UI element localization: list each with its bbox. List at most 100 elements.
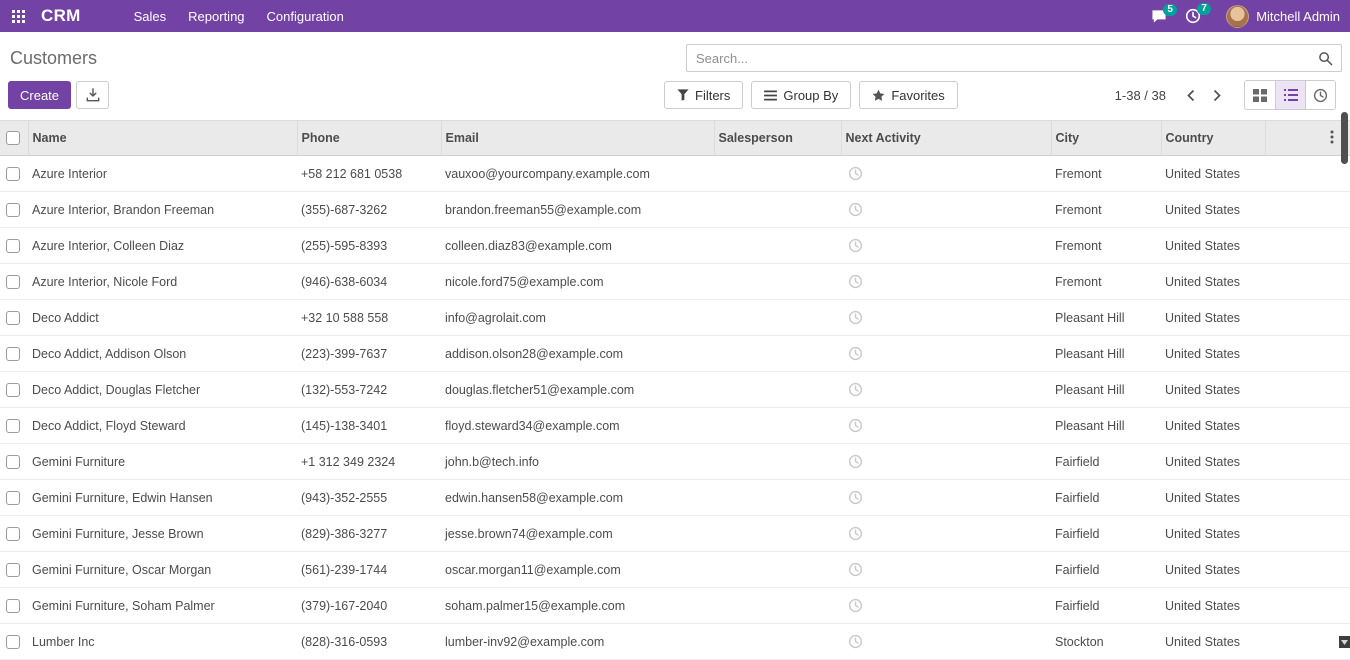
scroll-down-button[interactable] [1339,636,1350,648]
table-row[interactable]: Gemini Furniture, Edwin Hansen (943)-352… [0,480,1350,516]
activities-menu-button[interactable]: 7 [1176,3,1210,29]
cell-phone[interactable]: (943)-352-2555 [297,480,441,516]
cell-name[interactable]: Azure Interior, Brandon Freeman [28,192,297,228]
cell-country[interactable]: United States [1161,372,1265,408]
cell-next-activity[interactable] [841,552,1051,588]
column-header-city[interactable]: City [1051,121,1161,156]
cell-name[interactable]: Gemini Furniture [28,444,297,480]
cell-name[interactable]: Deco Addict [28,300,297,336]
cell-next-activity[interactable] [841,336,1051,372]
cell-salesperson[interactable] [714,624,841,660]
next-activity-clock-icon[interactable] [848,418,863,433]
export-button[interactable] [76,81,109,109]
cell-next-activity[interactable] [841,156,1051,192]
column-header-name[interactable]: Name [28,121,297,156]
next-activity-clock-icon[interactable] [848,562,863,577]
cell-country[interactable]: United States [1161,480,1265,516]
cell-city[interactable]: Stockton [1051,624,1161,660]
menu-sales[interactable]: Sales [123,0,178,32]
row-select-cell[interactable] [0,300,28,336]
group-by-button[interactable]: Group By [751,81,851,109]
row-checkbox[interactable] [6,167,20,181]
cell-name[interactable]: Azure Interior [28,156,297,192]
cell-name[interactable]: Deco Addict, Douglas Fletcher [28,372,297,408]
row-select-cell[interactable] [0,588,28,624]
cell-salesperson[interactable] [714,408,841,444]
activity-view-button[interactable] [1305,81,1335,109]
row-checkbox[interactable] [6,527,20,541]
cell-name[interactable]: Gemini Furniture, Oscar Morgan [28,552,297,588]
table-row[interactable]: Gemini Furniture, Jesse Brown (829)-386-… [0,516,1350,552]
row-checkbox[interactable] [6,275,20,289]
cell-salesperson[interactable] [714,516,841,552]
cell-email[interactable]: brandon.freeman55@example.com [441,192,714,228]
row-select-cell[interactable] [0,372,28,408]
next-activity-clock-icon[interactable] [848,634,863,649]
table-row[interactable]: Lumber Inc (828)-316-0593 lumber-inv92@e… [0,624,1350,660]
column-header-next-activity[interactable]: Next Activity [841,121,1051,156]
cell-city[interactable]: Pleasant Hill [1051,336,1161,372]
next-activity-clock-icon[interactable] [848,598,863,613]
table-row[interactable]: Deco Addict +32 10 588 558 info@agrolait… [0,300,1350,336]
cell-name[interactable]: Deco Addict, Floyd Steward [28,408,297,444]
cell-phone[interactable]: (223)-399-7637 [297,336,441,372]
cell-next-activity[interactable] [841,444,1051,480]
search-input[interactable] [687,51,1318,66]
cell-city[interactable]: Pleasant Hill [1051,300,1161,336]
row-checkbox[interactable] [6,635,20,649]
next-activity-clock-icon[interactable] [848,490,863,505]
cell-name[interactable]: Lumber Inc [28,624,297,660]
cell-city[interactable]: Fremont [1051,264,1161,300]
row-checkbox[interactable] [6,455,20,469]
cell-country[interactable]: United States [1161,192,1265,228]
row-select-cell[interactable] [0,552,28,588]
cell-next-activity[interactable] [841,192,1051,228]
next-activity-clock-icon[interactable] [848,310,863,325]
cell-country[interactable]: United States [1161,156,1265,192]
cell-salesperson[interactable] [714,264,841,300]
cell-city[interactable]: Fairfield [1051,444,1161,480]
cell-phone[interactable]: (829)-386-3277 [297,516,441,552]
table-row[interactable]: Azure Interior +58 212 681 0538 vauxoo@y… [0,156,1350,192]
cell-city[interactable]: Fremont [1051,228,1161,264]
cell-phone[interactable]: +58 212 681 0538 [297,156,441,192]
search-icon[interactable] [1318,51,1333,66]
cell-country[interactable]: United States [1161,516,1265,552]
row-checkbox[interactable] [6,347,20,361]
table-row[interactable]: Azure Interior, Colleen Diaz (255)-595-8… [0,228,1350,264]
cell-city[interactable]: Fairfield [1051,516,1161,552]
column-header-email[interactable]: Email [441,121,714,156]
cell-next-activity[interactable] [841,624,1051,660]
row-select-cell[interactable] [0,624,28,660]
cell-email[interactable]: floyd.steward34@example.com [441,408,714,444]
row-select-cell[interactable] [0,336,28,372]
cell-email[interactable]: info@agrolait.com [441,300,714,336]
cell-city[interactable]: Pleasant Hill [1051,372,1161,408]
cell-email[interactable]: edwin.hansen58@example.com [441,480,714,516]
filters-button[interactable]: Filters [664,81,743,109]
cell-salesperson[interactable] [714,300,841,336]
vertical-scrollbar[interactable] [1339,32,1350,648]
cell-phone[interactable]: (132)-553-7242 [297,372,441,408]
pager-previous-button[interactable] [1180,85,1202,106]
cell-phone[interactable]: (946)-638-6034 [297,264,441,300]
cell-city[interactable]: Fairfield [1051,588,1161,624]
row-select-cell[interactable] [0,480,28,516]
cell-salesperson[interactable] [714,552,841,588]
cell-next-activity[interactable] [841,264,1051,300]
row-select-cell[interactable] [0,444,28,480]
cell-phone[interactable]: (145)-138-3401 [297,408,441,444]
menu-configuration[interactable]: Configuration [256,0,355,32]
cell-email[interactable]: colleen.diaz83@example.com [441,228,714,264]
cell-country[interactable]: United States [1161,552,1265,588]
cell-next-activity[interactable] [841,228,1051,264]
row-select-cell[interactable] [0,156,28,192]
cell-country[interactable]: United States [1161,624,1265,660]
cell-email[interactable]: john.b@tech.info [441,444,714,480]
row-checkbox[interactable] [6,491,20,505]
cell-next-activity[interactable] [841,300,1051,336]
cell-salesperson[interactable] [714,156,841,192]
row-select-cell[interactable] [0,264,28,300]
search-box[interactable] [686,44,1342,72]
cell-city[interactable]: Fairfield [1051,552,1161,588]
